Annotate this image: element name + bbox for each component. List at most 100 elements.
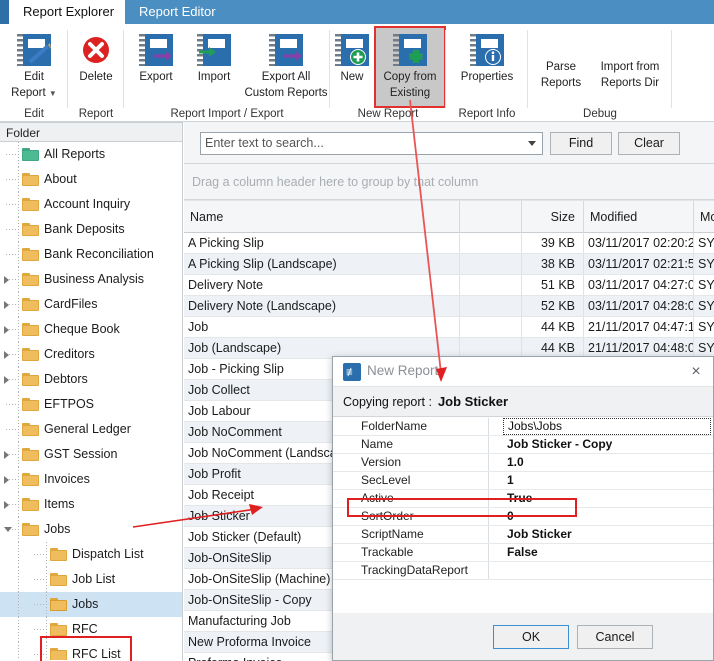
property-row[interactable]: TrackingDataReport (333, 562, 713, 580)
property-row[interactable]: TrackableFalse (333, 544, 713, 562)
property-row[interactable]: SortOrder0 (333, 508, 713, 526)
property-value[interactable]: True (503, 490, 711, 507)
ribbon-group-debug-caption: Debug (528, 108, 672, 120)
folder-tree-item[interactable]: All Reports (0, 142, 182, 167)
search-input[interactable]: Enter text to search... (200, 132, 543, 155)
folder-tree-item[interactable]: CardFiles (0, 292, 182, 317)
tree-expander-expand-icon[interactable] (4, 501, 9, 509)
table-cell-modified: 03/11/2017 04:28:00 (584, 296, 694, 316)
delete-button[interactable]: Delete (70, 28, 122, 84)
tree-expander-expand-icon[interactable] (4, 276, 9, 284)
tab-report-editor[interactable]: Report Editor (125, 0, 230, 24)
folder-tree-item[interactable]: Bank Deposits (0, 217, 182, 242)
find-button[interactable]: Find (550, 132, 612, 155)
folder-tree-item[interactable]: Debtors (0, 367, 182, 392)
property-row[interactable]: SecLevel1 (333, 472, 713, 490)
table-cell-blank (460, 275, 522, 295)
column-header-size[interactable]: Size (522, 201, 584, 233)
new-button[interactable]: New (332, 28, 372, 84)
folder-tree-item[interactable]: Invoices (0, 467, 182, 492)
clear-button[interactable]: Clear (618, 132, 680, 155)
property-row[interactable]: FolderNameJobs\Jobs (333, 418, 713, 436)
folder-tree-item[interactable]: Jobs (0, 517, 182, 542)
tree-expander-expand-icon[interactable] (4, 301, 9, 309)
table-row[interactable]: Delivery Note51 KB03/11/2017 04:27:01SYS (184, 275, 714, 296)
folder-tree-item[interactable]: RFC (0, 617, 182, 642)
export-all-custom-reports-button[interactable]: Export All Custom Reports (244, 28, 328, 99)
table-row[interactable]: Job44 KB21/11/2017 04:47:11SYS (184, 317, 714, 338)
property-row[interactable]: ActiveTrue (333, 490, 713, 508)
tree-expander-expand-icon[interactable] (4, 326, 9, 334)
ribbon-group-edit-caption: Edit (0, 108, 68, 120)
dialog-title: New Report (367, 363, 438, 378)
tab-report-explorer[interactable]: Report Explorer (9, 0, 128, 24)
ribbon-group-edit: Edit Report ▼ Edit (0, 24, 68, 122)
cancel-button[interactable]: Cancel (577, 625, 653, 649)
table-row[interactable]: A Picking Slip39 KB03/11/2017 02:20:29SY… (184, 233, 714, 254)
property-value[interactable]: 0 (503, 508, 711, 525)
table-cell-blank (460, 296, 522, 316)
table-row[interactable]: A Picking Slip (Landscape)38 KB03/11/201… (184, 254, 714, 275)
column-header-name[interactable]: Name (184, 201, 460, 233)
table-row[interactable]: Delivery Note (Landscape)52 KB03/11/2017… (184, 296, 714, 317)
folder-tree-item[interactable]: Cheque Book (0, 317, 182, 342)
table-cell-modified: 21/11/2017 04:48:02 (584, 338, 694, 358)
property-value[interactable] (503, 562, 711, 579)
group-by-panel[interactable]: Drag a column header here to group by th… (184, 164, 714, 200)
folder-tree-item[interactable]: Business Analysis (0, 267, 182, 292)
ok-button[interactable]: OK (493, 625, 569, 649)
notebook-copy-icon (376, 32, 444, 68)
tree-expander-expand-icon[interactable] (4, 351, 9, 359)
folder-tree-item[interactable]: Job List (0, 567, 182, 592)
folder-tree-item[interactable]: Items (0, 492, 182, 517)
import-button[interactable]: Import (186, 28, 242, 84)
folder-tree-item[interactable]: General Ledger (0, 417, 182, 442)
folder-tree-item-label: Bank Reconciliation (44, 242, 154, 267)
import-from-reports-dir-button[interactable]: Import from Reports Dir (592, 54, 668, 89)
folder-tree-item[interactable]: Jobs (0, 592, 182, 617)
folder-tree-item-label: General Ledger (44, 417, 131, 442)
tree-expander-expand-icon[interactable] (4, 376, 9, 384)
column-header-modify-init[interactable]: Modify Init (694, 201, 714, 233)
tree-expander-expand-icon[interactable] (4, 451, 9, 459)
property-value[interactable]: Job Sticker (503, 526, 711, 543)
property-value[interactable]: 1 (503, 472, 711, 489)
chevron-down-icon[interactable]: ▼ (49, 89, 57, 98)
tree-expander-collapse-icon[interactable] (4, 527, 12, 536)
properties-button[interactable]: Properties (450, 28, 524, 84)
copy-from-existing-button[interactable]: Copy from Existing (374, 26, 446, 108)
property-value[interactable]: False (503, 544, 711, 561)
folder-tree-item[interactable]: Dispatch List (0, 542, 182, 567)
folder-tree-item-label: Jobs (44, 517, 70, 542)
column-header-modified[interactable]: Modified (584, 201, 694, 233)
property-value[interactable]: Jobs\Jobs (503, 418, 711, 435)
property-row[interactable]: Version1.0 (333, 454, 713, 472)
folder-tree-item[interactable]: About (0, 167, 182, 192)
search-dropdown-arrow[interactable] (523, 134, 541, 153)
parse-reports-button[interactable]: Parse Reports (532, 54, 590, 89)
folder-tree-item[interactable]: Account Inquiry (0, 192, 182, 217)
table-cell-size: 51 KB (522, 275, 584, 295)
export-button[interactable]: Export (128, 28, 184, 84)
tree-connector (18, 542, 19, 567)
folder-icon (22, 198, 39, 211)
property-value[interactable]: Job Sticker - Copy (503, 436, 711, 453)
folder-tree[interactable]: All ReportsAboutAccount InquiryBank Depo… (0, 142, 182, 660)
folder-tree-item[interactable]: RFC List (0, 642, 182, 660)
property-row[interactable]: NameJob Sticker - Copy (333, 436, 713, 454)
folder-icon (22, 448, 39, 461)
close-icon[interactable]: × (685, 362, 707, 382)
folder-tree-item[interactable]: Creditors (0, 342, 182, 367)
folder-tree-item[interactable]: GST Session (0, 442, 182, 467)
dialog-footer: OK Cancel (333, 613, 713, 660)
column-header-blank[interactable] (460, 201, 522, 233)
folder-tree-item[interactable]: Bank Reconciliation (0, 242, 182, 267)
property-value[interactable]: 1.0 (503, 454, 711, 471)
edit-report-button[interactable]: Edit Report ▼ (4, 28, 64, 100)
tree-expander-expand-icon[interactable] (4, 476, 9, 484)
property-row[interactable]: ScriptNameJob Sticker (333, 526, 713, 544)
table-cell-modified: 03/11/2017 02:20:29 (584, 233, 694, 253)
dialog-property-grid[interactable]: FolderNameJobs\JobsNameJob Sticker - Cop… (333, 417, 713, 580)
tree-connector-dots (6, 404, 20, 405)
folder-tree-item[interactable]: EFTPOS (0, 392, 182, 417)
